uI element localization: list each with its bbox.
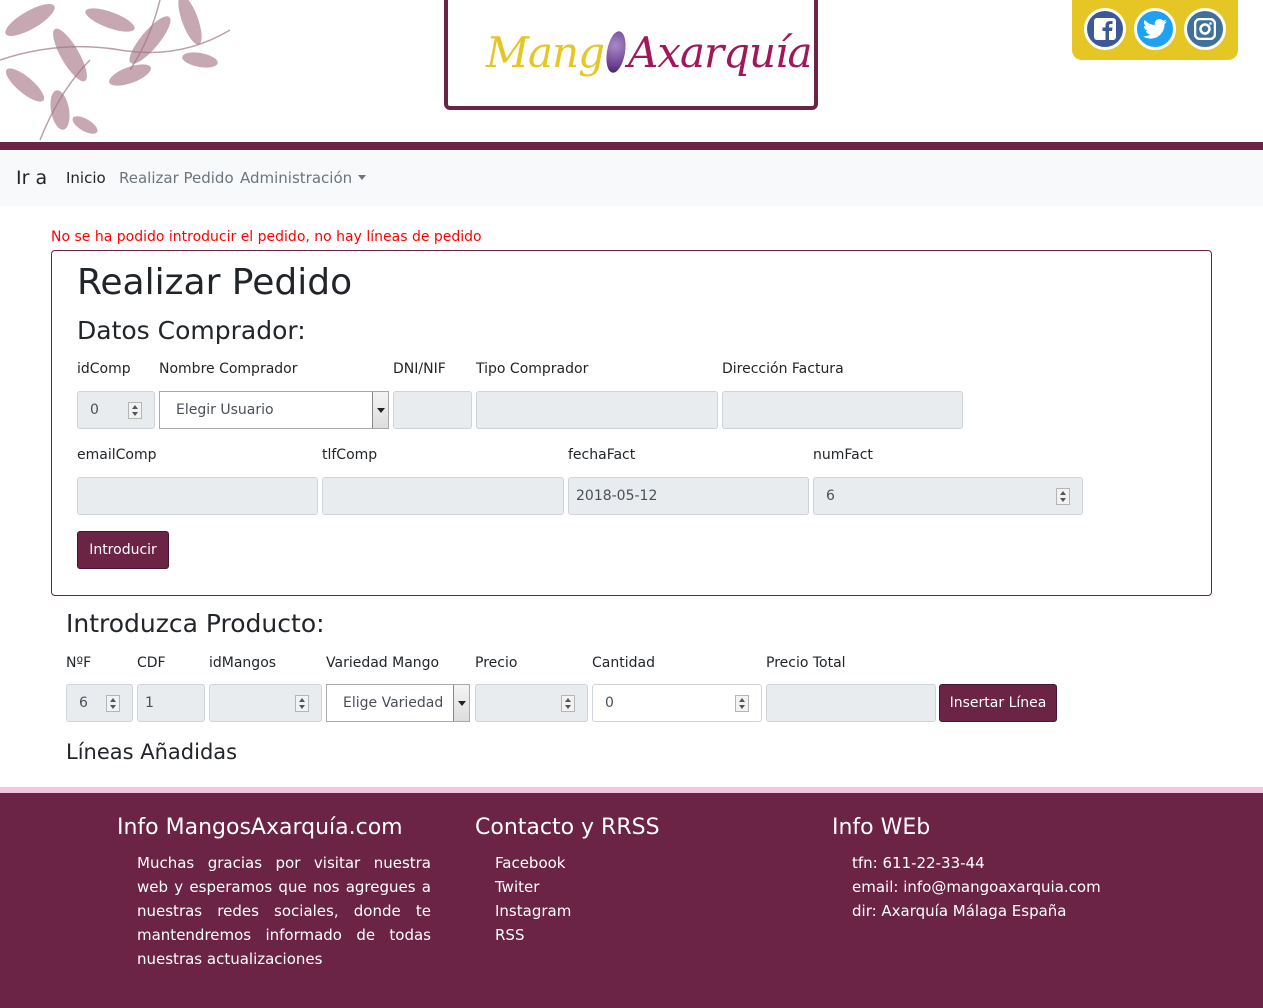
nav-item-administracion-label: Administración (240, 169, 353, 187)
idmangos-input[interactable] (209, 684, 322, 722)
dropdown-arrow-icon[interactable] (372, 392, 388, 428)
leaves-decoration (0, 0, 230, 142)
logo-part-mang: Mang (486, 28, 605, 77)
label-idcomp: idComp (77, 361, 131, 377)
footer-link-rss[interactable]: RSS (495, 923, 571, 947)
footer-info-title: Info MangosAxarquía.com (117, 815, 403, 840)
tipo-input[interactable] (476, 391, 718, 429)
label-tlf: tlfComp (322, 447, 378, 463)
nav-item-inicio[interactable]: Inicio (66, 169, 106, 187)
direccion-input[interactable] (722, 391, 963, 429)
caret-down-icon (358, 175, 367, 180)
nombre-select[interactable]: Elegir Usuario (159, 391, 389, 429)
logo-text: Mang Axarquía (486, 28, 813, 77)
site-footer: Info MangosAxarquía.com Muchas gracias p… (0, 793, 1263, 1008)
nav-item-administracion[interactable]: Administración (240, 169, 367, 187)
product-section-title: Introduzca Producto: (66, 609, 325, 638)
insertar-linea-button[interactable]: Insertar Línea (939, 684, 1057, 722)
label-precio: Precio (475, 655, 518, 671)
label-email: emailComp (77, 447, 157, 463)
precio-total-input[interactable] (766, 684, 936, 722)
label-nf: NºF (66, 655, 92, 671)
lines-added-title: Líneas Añadidas (66, 740, 238, 764)
navbar: Ir a Inicio Realizar Pedido Administraci… (0, 150, 1263, 206)
label-nombre: Nombre Comprador (159, 361, 298, 377)
label-direccion: Dirección Factura (722, 361, 844, 377)
logo[interactable]: Mang Axarquía (444, 0, 818, 110)
buyer-section-title: Datos Comprador: (77, 316, 306, 345)
spinner-icon[interactable] (1056, 488, 1070, 505)
site-header: Mang Axarquía (0, 0, 1263, 150)
facebook-icon[interactable] (1084, 8, 1126, 50)
header-divider (0, 142, 1263, 150)
variedad-select-value: Elige Variedad (343, 695, 444, 711)
nav-brand[interactable]: Ir a (16, 167, 47, 189)
fecha-value: 2018-05-12 (576, 488, 658, 504)
spinner-icon[interactable] (128, 402, 142, 419)
cantidad-value: 0 (605, 695, 614, 711)
spinner-icon[interactable] (735, 695, 749, 712)
label-fecha: fechaFact (568, 447, 636, 463)
spinner-icon[interactable] (106, 695, 120, 712)
footer-info-text: Muchas gracias por visitar nuestra web y… (137, 854, 431, 968)
spinner-icon[interactable] (561, 695, 575, 712)
footer-web-title: Info WEb (832, 815, 931, 840)
mango-icon (603, 29, 629, 75)
instagram-icon[interactable] (1184, 8, 1226, 50)
error-message: No se ha podido introducir el pedido, no… (51, 229, 482, 245)
nombre-select-value: Elegir Usuario (176, 402, 274, 418)
introducir-button[interactable]: Introducir (77, 531, 169, 569)
footer-email: email: info@mangoaxarquia.com (852, 878, 1101, 896)
cantidad-input[interactable]: 0 (592, 684, 762, 722)
dropdown-arrow-icon[interactable] (453, 685, 469, 721)
footer-link-twitter[interactable]: Twiter (495, 875, 571, 899)
nf-input[interactable]: 6 (66, 684, 133, 722)
footer-address: dir: Axarquía Málaga España (852, 902, 1067, 920)
cdf-input[interactable]: 1 (137, 684, 205, 722)
label-tipo: Tipo Comprador (476, 361, 589, 377)
footer-contact-list: Facebook Twiter Instagram RSS (495, 851, 571, 947)
label-cdf: CDF (137, 655, 166, 671)
label-cantidad: Cantidad (592, 655, 655, 671)
nav-item-realizar-pedido[interactable]: Realizar Pedido (119, 169, 234, 187)
label-dni: DNI/NIF (393, 361, 446, 377)
footer-link-facebook[interactable]: Facebook (495, 851, 571, 875)
dni-input[interactable] (393, 391, 472, 429)
footer-contact-title: Contacto y RRSS (475, 815, 660, 840)
label-variedad: Variedad Mango (326, 655, 440, 671)
logo-part-axarquia: Axarquía (627, 28, 813, 77)
label-precio-total: Precio Total (766, 655, 846, 671)
spinner-icon[interactable] (295, 695, 309, 712)
variedad-select[interactable]: Elige Variedad (326, 684, 470, 722)
nf-value: 6 (79, 695, 88, 711)
footer-link-instagram[interactable]: Instagram (495, 899, 571, 923)
social-links (1072, 0, 1238, 60)
label-idmangos: idMangos (209, 655, 277, 671)
numfact-value: 6 (826, 488, 835, 504)
tlf-input[interactable] (322, 477, 564, 515)
twitter-icon[interactable] (1134, 8, 1176, 50)
footer-phone: tfn: 611-22-33-44 (852, 854, 985, 872)
precio-input[interactable] (475, 684, 588, 722)
fecha-input[interactable]: 2018-05-12 (568, 477, 809, 515)
numfact-input[interactable]: 6 (813, 477, 1083, 515)
idcomp-value: 0 (90, 402, 99, 418)
label-numfact: numFact (813, 447, 873, 463)
idcomp-input[interactable]: 0 (77, 391, 155, 429)
cdf-value: 1 (145, 695, 154, 711)
footer-web-info: tfn: 611-22-33-44 email: info@mangoaxarq… (852, 851, 1101, 923)
email-input[interactable] (77, 477, 318, 515)
page-title: Realizar Pedido (77, 262, 353, 303)
